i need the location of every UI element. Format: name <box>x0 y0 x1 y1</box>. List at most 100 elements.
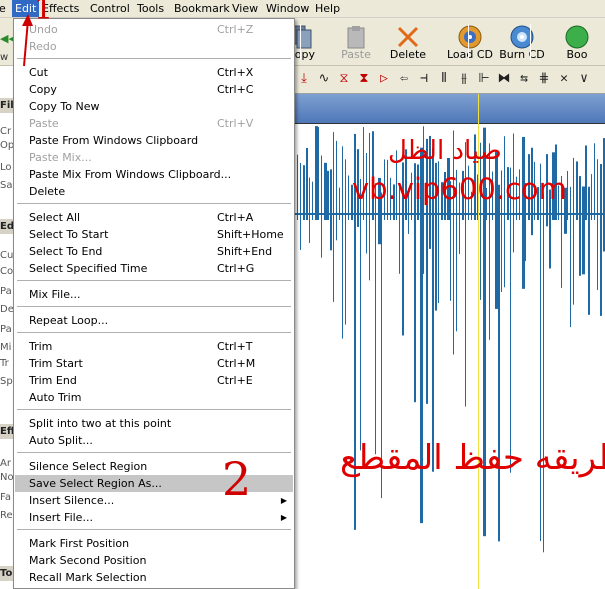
waveform-sample <box>324 162 327 214</box>
waveform-sample <box>594 214 595 220</box>
menu-item-label: Save Select Region As... <box>29 477 162 490</box>
menu-item-select-specified-time[interactable]: Select Specified Time Ctrl+G <box>15 260 293 277</box>
arabic-caption-annotation: طريقه حفظ المقطع <box>340 438 605 478</box>
menu-item-insert-file[interactable]: Insert File... ▶ <box>15 509 293 526</box>
waveform-sample <box>402 214 404 336</box>
waveform-sample <box>597 159 598 214</box>
menu-item-select-all[interactable]: Select All Ctrl+A <box>15 209 293 226</box>
menu-item-paste[interactable]: Paste Ctrl+V <box>15 115 293 132</box>
toolbar-load-cd-button[interactable]: Load CD <box>440 20 500 64</box>
menu-item-save-select-region-as[interactable]: Save Select Region As... <box>15 475 293 492</box>
panel-task-link[interactable]: Fa <box>0 492 11 503</box>
waveform-sample <box>561 214 562 288</box>
effect-tool-icon[interactable]: ⫴ <box>436 71 452 87</box>
menu-view[interactable]: View <box>232 2 258 15</box>
time-ruler[interactable] <box>295 94 605 124</box>
playback-cursor[interactable] <box>478 94 479 589</box>
effect-tool-icon[interactable]: ⤓ <box>296 71 312 87</box>
menu-item-mark-first-position[interactable]: Mark First Position <box>15 535 293 552</box>
menu-help[interactable]: Help <box>315 2 340 15</box>
toolbar-delete-button[interactable]: Delete <box>378 20 438 64</box>
toolbar-button-label: Load CD <box>446 48 494 61</box>
effect-tool-icon[interactable]: ⫵ <box>456 71 472 87</box>
menu-item-select-to-start[interactable]: Select To Start Shift+Home <box>15 226 293 243</box>
waveform-sample <box>348 175 349 214</box>
menu-item-undo[interactable]: Undo Ctrl+Z <box>15 21 293 38</box>
panel-task-link[interactable]: Mi <box>0 342 11 353</box>
menu-item-insert-silence[interactable]: Insert Silence... ▶ <box>15 492 293 509</box>
menu-item-trim-start[interactable]: Trim Start Ctrl+M <box>15 355 293 372</box>
waveform-sample <box>300 214 301 250</box>
menu-item-redo[interactable]: Redo <box>15 38 293 55</box>
waveform-sample <box>312 181 313 214</box>
waveform-sample <box>321 155 322 214</box>
effect-tool-icon[interactable]: ⋕ <box>536 71 552 87</box>
menu-item-mark-second-position[interactable]: Mark Second Position <box>15 552 293 569</box>
menu-item-split-into-two-at-this-point[interactable]: Split into two at this point <box>15 415 293 432</box>
effect-tool-icon[interactable]: ⇆ <box>516 71 532 87</box>
menu-item-paste-mix[interactable]: Paste Mix... <box>15 149 293 166</box>
panel-task-link[interactable]: Re <box>0 510 13 521</box>
menu-window[interactable]: Window <box>266 2 309 15</box>
submenu-arrow-icon: ▶ <box>280 496 287 505</box>
panel-task-link[interactable]: Cu <box>0 250 13 261</box>
menu-e[interactable]: e <box>0 2 6 15</box>
menu-item-recall-mark-selection[interactable]: Recall Mark Selection <box>15 569 293 586</box>
toolbar-boo-button[interactable]: Boo <box>547 20 605 64</box>
waveform-sample <box>447 214 450 220</box>
panel-task-link[interactable]: Cr <box>0 126 11 137</box>
menu-item-trim-end[interactable]: Trim End Ctrl+E <box>15 372 293 389</box>
menu-item-select-to-end[interactable]: Select To End Shift+End <box>15 243 293 260</box>
panel-task-link[interactable]: Pa <box>0 324 12 335</box>
menu-item-delete[interactable]: Delete <box>15 183 293 200</box>
menu-item-label: Repeat Loop... <box>29 314 109 327</box>
menu-item-silence-select-region[interactable]: Silence Select Region <box>15 458 293 475</box>
panel-task-link[interactable]: Lo <box>0 162 12 173</box>
effect-tool-icon[interactable]: ⧗ <box>356 71 372 87</box>
effect-tool-icon[interactable]: ⇦ <box>396 71 412 87</box>
effect-tool-icon[interactable]: ✕ <box>556 71 572 87</box>
menu-item-auto-trim[interactable]: Auto Trim <box>15 389 293 406</box>
panel-section-header[interactable]: Fil <box>0 98 14 113</box>
effect-tool-icon[interactable]: ▷ <box>376 71 392 87</box>
menu-item-cut[interactable]: Cut Ctrl+X <box>15 64 293 81</box>
menu-item-copy-to-new[interactable]: Copy To New <box>15 98 293 115</box>
menu-item-repeat-loop[interactable]: Repeat Loop... <box>15 312 293 329</box>
waveform-sample <box>351 214 353 220</box>
menu-item-label: Paste Mix From Windows Clipboard... <box>29 168 232 181</box>
menu-item-mix-file[interactable]: Mix File... <box>15 286 293 303</box>
effect-tool-icon[interactable]: ⧓ <box>496 71 512 87</box>
waveform-sample <box>366 214 367 254</box>
menu-item-paste-from-windows-clipboard[interactable]: Paste From Windows Clipboard <box>15 132 293 149</box>
panel-section-header[interactable]: Ed <box>0 219 14 234</box>
waveform-sample <box>567 170 568 214</box>
effect-tool-icon[interactable]: ⊣ <box>416 71 432 87</box>
panel-task-link[interactable]: Pa <box>0 286 12 297</box>
waveform-sample <box>498 214 500 542</box>
panel-task-link[interactable]: Ar <box>0 458 11 469</box>
panel-section-header[interactable]: Eff <box>0 424 15 439</box>
effect-tool-icon[interactable]: ⊩ <box>476 71 492 87</box>
panel-task-link[interactable]: No <box>0 472 14 483</box>
toolbar-burn-cd-button[interactable]: Burn CD <box>492 20 552 64</box>
menu-item-auto-split[interactable]: Auto Split... <box>15 432 293 449</box>
waveform-sample <box>576 161 578 214</box>
toolbar-button-label: Delete <box>389 48 427 61</box>
menu-tools[interactable]: Tools <box>137 2 164 15</box>
effect-tool-icon[interactable]: ⧖ <box>336 71 352 87</box>
panel-section-header[interactable]: To <box>0 566 14 581</box>
panel-task-link[interactable]: Tr <box>0 358 9 369</box>
menu-bookmark[interactable]: Bookmark <box>174 2 230 15</box>
panel-task-link[interactable]: Sa <box>0 180 12 191</box>
effect-tool-icon[interactable]: ∿ <box>316 71 332 87</box>
menu-control[interactable]: Control <box>90 2 130 15</box>
panel-task-link[interactable]: Co <box>0 266 13 277</box>
waveform-sample <box>570 214 571 328</box>
toolbar-paste-button[interactable]: Paste <box>326 20 386 64</box>
menu-item-paste-mix-from-windows-clipboard[interactable]: Paste Mix From Windows Clipboard... <box>15 166 293 183</box>
menu-item-trim[interactable]: Trim Ctrl+T <box>15 338 293 355</box>
menu-item-copy[interactable]: Copy Ctrl+C <box>15 81 293 98</box>
effect-tool-icon[interactable]: ∨ <box>576 71 592 87</box>
panel-task-link[interactable]: Sp <box>0 376 13 387</box>
panel-task-link[interactable]: De <box>0 304 14 315</box>
